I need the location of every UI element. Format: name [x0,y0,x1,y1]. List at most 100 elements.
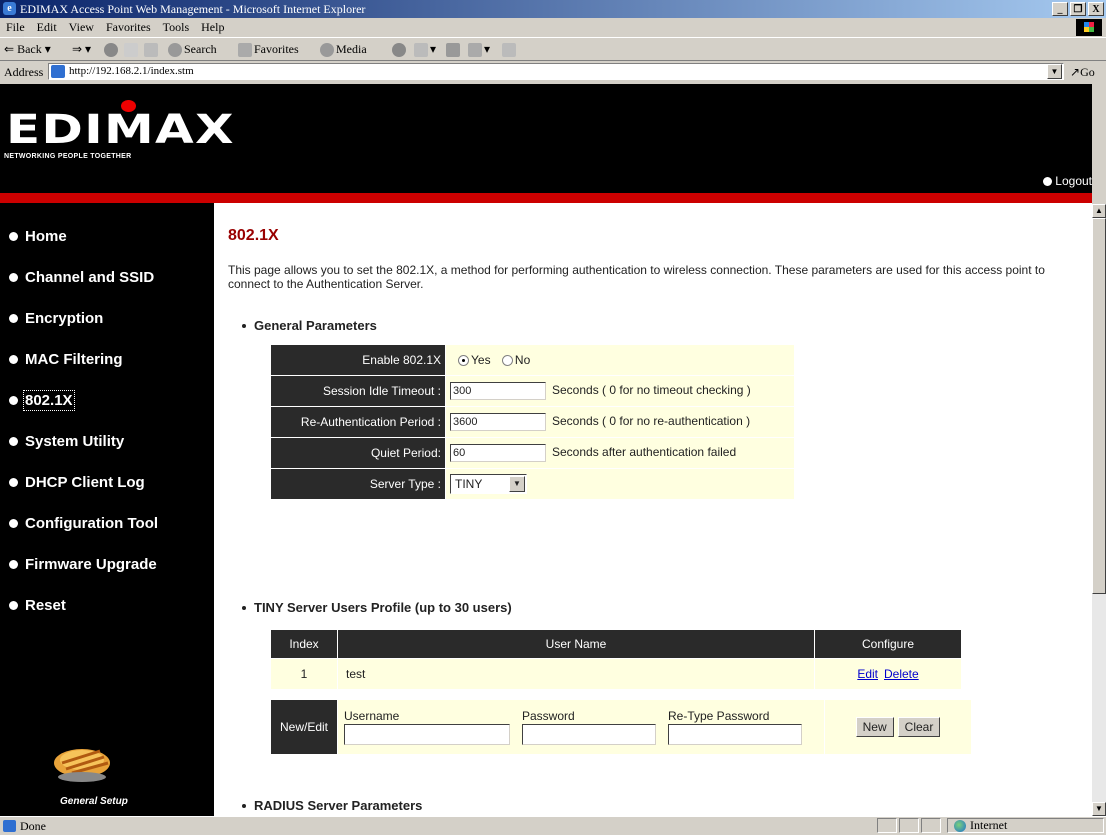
reauth-period-hint: Seconds ( 0 for no re-authentication ) [552,414,751,429]
nav-encryption[interactable]: Encryption [9,310,104,327]
quiet-period-label: Quiet Period: [271,438,445,468]
bullet-icon [9,478,18,487]
radius-heading: RADIUS Server Parameters [242,798,422,813]
back-button[interactable]: ⇐ Back ▾ [4,42,51,57]
forward-button[interactable]: ⇒ ▾ [72,42,91,57]
server-type-value: TINY [455,477,483,491]
search-icon [168,43,182,58]
search-button[interactable]: Search [168,42,217,58]
menu-file[interactable]: File [0,18,31,37]
media-button[interactable]: Media [320,42,367,58]
stop-icon [104,43,118,58]
print-button[interactable] [446,42,462,58]
favorites-label: Favorites [254,42,299,56]
quiet-period-input[interactable]: 60 [450,444,546,462]
sidebar: Home Channel and SSID Encryption MAC Fil… [0,203,214,816]
status-pane [899,818,919,833]
nav-label: Encryption [25,310,104,327]
server-type-label: Server Type : [271,469,445,499]
discuss-button[interactable] [502,42,518,58]
refresh-button[interactable] [124,42,140,58]
bullet-icon [9,519,18,528]
nav-home[interactable]: Home [9,228,67,245]
username-label: Username [344,709,400,723]
address-label: Address [4,65,44,79]
discuss-icon [502,43,516,58]
password-input[interactable] [522,724,656,745]
new-edit-table: New/Edit Username Password Re-Type Passw… [270,699,972,755]
address-input[interactable]: http://192.168.2.1/index.stm [48,63,1064,80]
print-icon [446,43,460,58]
retype-password-input[interactable] [668,724,802,745]
server-type-select[interactable]: TINY ▼ [450,474,527,494]
home-button[interactable] [144,42,160,58]
clear-button[interactable]: Clear [897,717,941,737]
logout-link[interactable]: Logout [1043,174,1092,188]
page-description: This page allows you to set the 802.1X, … [228,263,1045,291]
nav-label: Firmware Upgrade [25,556,157,573]
mail-button[interactable]: ▾ [414,42,436,58]
nav-configuration-tool[interactable]: Configuration Tool [9,515,159,532]
go-label: Go [1080,65,1095,79]
row-user: test [338,659,814,689]
menu-tools[interactable]: Tools [157,18,196,37]
new-button[interactable]: New [855,717,894,737]
scroll-thumb[interactable] [1092,218,1106,594]
minimize-button[interactable]: _ [1052,2,1068,16]
enable-8021x-field: Yes No [446,345,794,375]
nav-reset[interactable]: Reset [9,597,66,614]
reauth-period-input[interactable]: 3600 [450,413,546,431]
enable-yes-radio[interactable] [458,355,469,367]
logout-label: Logout [1055,174,1092,188]
yes-label: Yes [471,353,491,367]
nav-label: Configuration Tool [25,515,159,532]
general-parameters-table: Enable 802.1X Yes No Session Idle Timeou… [270,344,795,500]
nav-firmware-upgrade[interactable]: Firmware Upgrade [9,556,157,573]
new-edit-label: New/Edit [271,700,337,754]
menu-edit[interactable]: Edit [31,18,63,37]
username-input[interactable] [344,724,510,745]
status-text: Done [20,819,46,833]
address-bar: Address http://192.168.2.1/index.stm ▼ ↗… [0,61,1106,83]
page-icon [51,65,65,78]
table-row: 1 test Edit Delete [271,659,961,689]
edit-link[interactable]: Edit [857,667,878,681]
nav-mac-filtering[interactable]: MAC Filtering [9,351,123,368]
restore-button[interactable]: ❐ [1070,2,1086,16]
session-timeout-hint: Seconds ( 0 for no timeout checking ) [552,383,751,398]
favorites-button[interactable]: Favorites [238,42,299,58]
nav-channel-ssid[interactable]: Channel and SSID [9,269,154,286]
tagline: NETWORKING PEOPLE TOGETHER [4,153,132,160]
nav-8021x[interactable]: 802.1X [9,390,75,411]
menu-view[interactable]: View [63,18,100,37]
zone-pane: Internet [947,818,1104,833]
bullet-icon [1043,177,1053,187]
nav-system-utility[interactable]: System Utility [9,433,124,450]
go-button[interactable]: ↗Go [1070,65,1095,80]
menu-help[interactable]: Help [195,18,230,37]
close-button[interactable]: X [1088,2,1104,16]
ie-icon: e [3,2,16,15]
status-bar: Done Internet [0,816,1106,835]
stop-button[interactable] [104,42,120,58]
menu-favorites[interactable]: Favorites [100,18,157,37]
nav-label: MAC Filtering [25,351,123,368]
search-label: Search [184,42,217,56]
chevron-down-icon: ▼ [509,476,525,492]
session-timeout-input[interactable]: 300 [450,382,546,400]
home-icon [144,43,158,58]
page-header: EDIMAX NETWORKING PEOPLE TOGETHER Logout [0,84,1092,193]
back-label: Back [17,42,42,56]
enable-no-radio[interactable] [501,355,513,367]
delete-link[interactable]: Delete [884,667,919,681]
vertical-scrollbar[interactable]: ▲ ▼ [1092,204,1106,816]
edit-page-button[interactable]: ▾ [468,42,490,58]
scroll-up-button[interactable]: ▲ [1092,204,1106,218]
col-configure: Configure [815,630,961,658]
address-dropdown[interactable]: ▼ [1047,64,1062,79]
status-pane [921,818,941,833]
scroll-down-button[interactable]: ▼ [1092,802,1106,816]
bullet-icon [9,437,18,446]
nav-dhcp-client-log[interactable]: DHCP Client Log [9,474,145,491]
history-button[interactable] [392,42,408,58]
